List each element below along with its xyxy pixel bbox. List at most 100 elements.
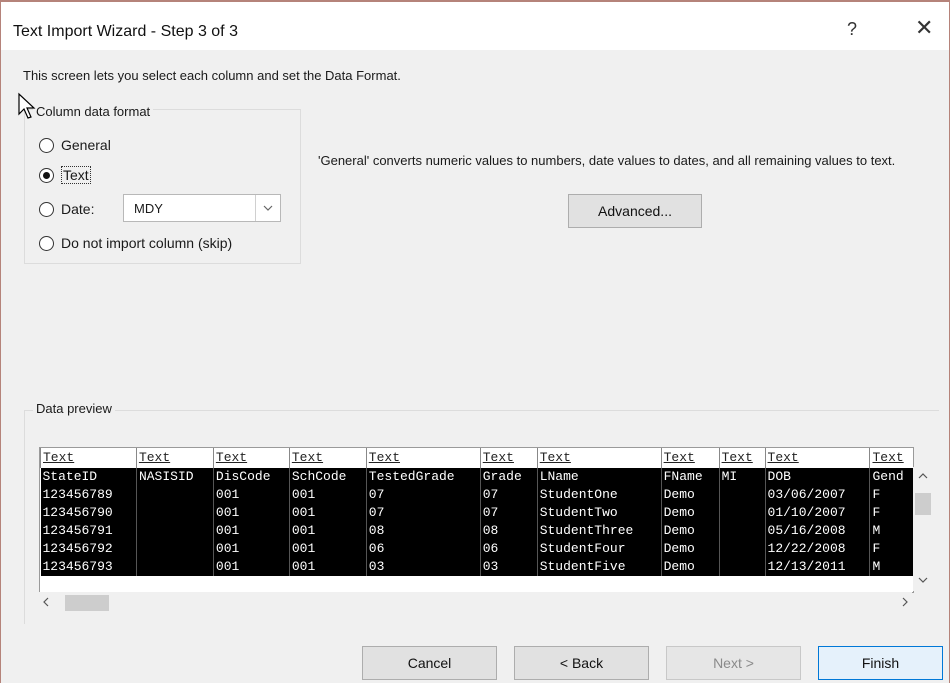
vertical-scroll-thumb[interactable] bbox=[915, 493, 931, 515]
preview-cell[interactable]: 07 bbox=[365, 504, 481, 522]
preview-cell[interactable]: 07 bbox=[365, 486, 481, 504]
preview-cell[interactable] bbox=[718, 504, 766, 522]
preview-cell[interactable]: 001 bbox=[288, 558, 367, 576]
horizontal-scroll-thumb[interactable] bbox=[65, 595, 109, 611]
preview-cell[interactable]: Demo bbox=[660, 504, 720, 522]
close-button[interactable]: ✕ bbox=[915, 17, 933, 39]
preview-cell[interactable]: 001 bbox=[212, 486, 290, 504]
preview-cell[interactable]: FName bbox=[660, 468, 720, 486]
preview-cell[interactable] bbox=[135, 522, 214, 540]
preview-cell[interactable]: 001 bbox=[212, 504, 290, 522]
chevron-down-icon[interactable] bbox=[255, 195, 280, 221]
preview-cell[interactable]: 123456791 bbox=[40, 522, 137, 540]
preview-cell[interactable]: SchCode bbox=[288, 468, 367, 486]
radio-skip-circle[interactable] bbox=[39, 235, 54, 251]
preview-cell[interactable]: 03/06/2007 bbox=[764, 486, 870, 504]
column-type-cell[interactable]: Text bbox=[40, 448, 137, 468]
column-type-header-row[interactable]: Text Text Text Text Text Text Text Text Text Text… bbox=[40, 448, 913, 468]
scroll-down-icon[interactable] bbox=[913, 571, 933, 589]
radio-general[interactable]: General bbox=[39, 137, 111, 153]
preview-cell[interactable]: NASISID bbox=[135, 468, 214, 486]
preview-cell[interactable]: 12/13/2011 bbox=[764, 558, 870, 576]
scroll-right-icon[interactable] bbox=[902, 594, 908, 610]
preview-cell[interactable] bbox=[718, 540, 766, 558]
advanced-button[interactable]: Advanced... bbox=[568, 194, 702, 228]
preview-cell[interactable]: 01/10/2007 bbox=[764, 504, 870, 522]
preview-cell[interactable] bbox=[718, 522, 766, 540]
preview-cell[interactable] bbox=[135, 504, 214, 522]
preview-cell[interactable] bbox=[718, 558, 766, 576]
finish-button[interactable]: Finish bbox=[818, 646, 943, 680]
preview-cell[interactable]: 05/16/2008 bbox=[764, 522, 870, 540]
preview-cell[interactable] bbox=[135, 558, 214, 576]
preview-cell[interactable]: LName bbox=[536, 468, 662, 486]
preview-cell[interactable]: 001 bbox=[212, 558, 290, 576]
preview-cell[interactable]: Demo bbox=[660, 540, 720, 558]
preview-row[interactable]: StateID NASISID DisCode SchCode TestedGrade G… bbox=[40, 468, 913, 486]
cancel-button[interactable]: Cancel bbox=[362, 646, 497, 680]
preview-cell[interactable]: Gend bbox=[869, 468, 913, 486]
preview-cell[interactable]: 12/22/2008 bbox=[764, 540, 870, 558]
preview-cell[interactable]: M bbox=[869, 558, 913, 576]
preview-cell[interactable]: 06 bbox=[365, 540, 481, 558]
radio-skip[interactable]: Do not import column (skip) bbox=[39, 235, 232, 251]
preview-cell[interactable]: StateID bbox=[40, 468, 137, 486]
column-type-cell[interactable]: Text bbox=[212, 448, 290, 468]
preview-cell[interactable]: 123456793 bbox=[40, 558, 137, 576]
date-format-select[interactable]: MDY bbox=[123, 194, 281, 222]
preview-cell[interactable]: Demo bbox=[660, 486, 720, 504]
preview-cell[interactable]: MI bbox=[718, 468, 766, 486]
preview-row[interactable]: 123456791 001 001 08 08 StudentThree Demo 05/16… bbox=[40, 522, 913, 540]
preview-cell[interactable]: 03 bbox=[365, 558, 481, 576]
preview-cell[interactable]: DisCode bbox=[212, 468, 290, 486]
preview-cell[interactable]: 06 bbox=[479, 540, 538, 558]
preview-cell[interactable]: TestedGrade bbox=[365, 468, 481, 486]
preview-cell[interactable]: StudentTwo bbox=[536, 504, 662, 522]
preview-cell[interactable]: Demo bbox=[660, 558, 720, 576]
radio-text[interactable]: Text bbox=[39, 166, 91, 184]
preview-cell[interactable] bbox=[135, 540, 214, 558]
column-type-cell[interactable]: Text bbox=[479, 448, 538, 468]
preview-cell[interactable]: StudentOne bbox=[536, 486, 662, 504]
preview-cell[interactable] bbox=[135, 486, 214, 504]
preview-cell[interactable]: 001 bbox=[288, 486, 367, 504]
column-type-cell[interactable]: Text bbox=[288, 448, 367, 468]
preview-cell[interactable]: 001 bbox=[288, 504, 367, 522]
column-type-cell[interactable]: Text bbox=[869, 448, 913, 468]
preview-cell[interactable]: M bbox=[869, 522, 913, 540]
column-type-cell[interactable]: Text bbox=[365, 448, 481, 468]
column-type-cell[interactable]: Text bbox=[135, 448, 214, 468]
radio-text-circle[interactable] bbox=[39, 167, 54, 183]
vertical-scrollbar[interactable] bbox=[913, 467, 933, 591]
radio-date[interactable]: Date: bbox=[39, 201, 94, 217]
preview-cell[interactable]: StudentFive bbox=[536, 558, 662, 576]
preview-cell[interactable]: 001 bbox=[212, 522, 290, 540]
back-button[interactable]: < Back bbox=[514, 646, 649, 680]
preview-cell[interactable]: 001 bbox=[212, 540, 290, 558]
horizontal-scrollbar[interactable] bbox=[39, 592, 912, 614]
radio-general-circle[interactable] bbox=[39, 137, 54, 153]
preview-cell[interactable]: 123456792 bbox=[40, 540, 137, 558]
preview-cell[interactable]: F bbox=[869, 504, 913, 522]
preview-cell[interactable]: 08 bbox=[479, 522, 538, 540]
preview-cell[interactable]: Demo bbox=[660, 522, 720, 540]
column-type-cell[interactable]: Text bbox=[718, 448, 766, 468]
radio-date-circle[interactable] bbox=[39, 201, 54, 217]
column-type-cell[interactable]: Text bbox=[660, 448, 720, 468]
scroll-up-icon[interactable] bbox=[913, 467, 933, 485]
column-type-cell[interactable]: Text bbox=[764, 448, 870, 468]
data-preview-grid[interactable]: Text Text Text Text Text Text Text Text Text Text… bbox=[39, 447, 914, 593]
preview-cell[interactable]: 07 bbox=[479, 486, 538, 504]
column-type-cell[interactable]: Text bbox=[536, 448, 662, 468]
preview-cell[interactable]: DOB bbox=[764, 468, 870, 486]
preview-cell[interactable]: 123456789 bbox=[40, 486, 137, 504]
preview-cell[interactable]: StudentFour bbox=[536, 540, 662, 558]
preview-row[interactable]: 123456793 001 001 03 03 StudentFive Demo 12/13/… bbox=[40, 558, 913, 576]
preview-cell[interactable] bbox=[718, 486, 766, 504]
preview-row[interactable]: 123456792 001 001 06 06 StudentFour Demo 12/22/… bbox=[40, 540, 913, 558]
preview-cell[interactable]: StudentThree bbox=[536, 522, 662, 540]
preview-cell[interactable]: F bbox=[869, 540, 913, 558]
help-button[interactable]: ? bbox=[847, 19, 857, 40]
preview-cell[interactable]: 123456790 bbox=[40, 504, 137, 522]
preview-cell[interactable]: 03 bbox=[479, 558, 538, 576]
